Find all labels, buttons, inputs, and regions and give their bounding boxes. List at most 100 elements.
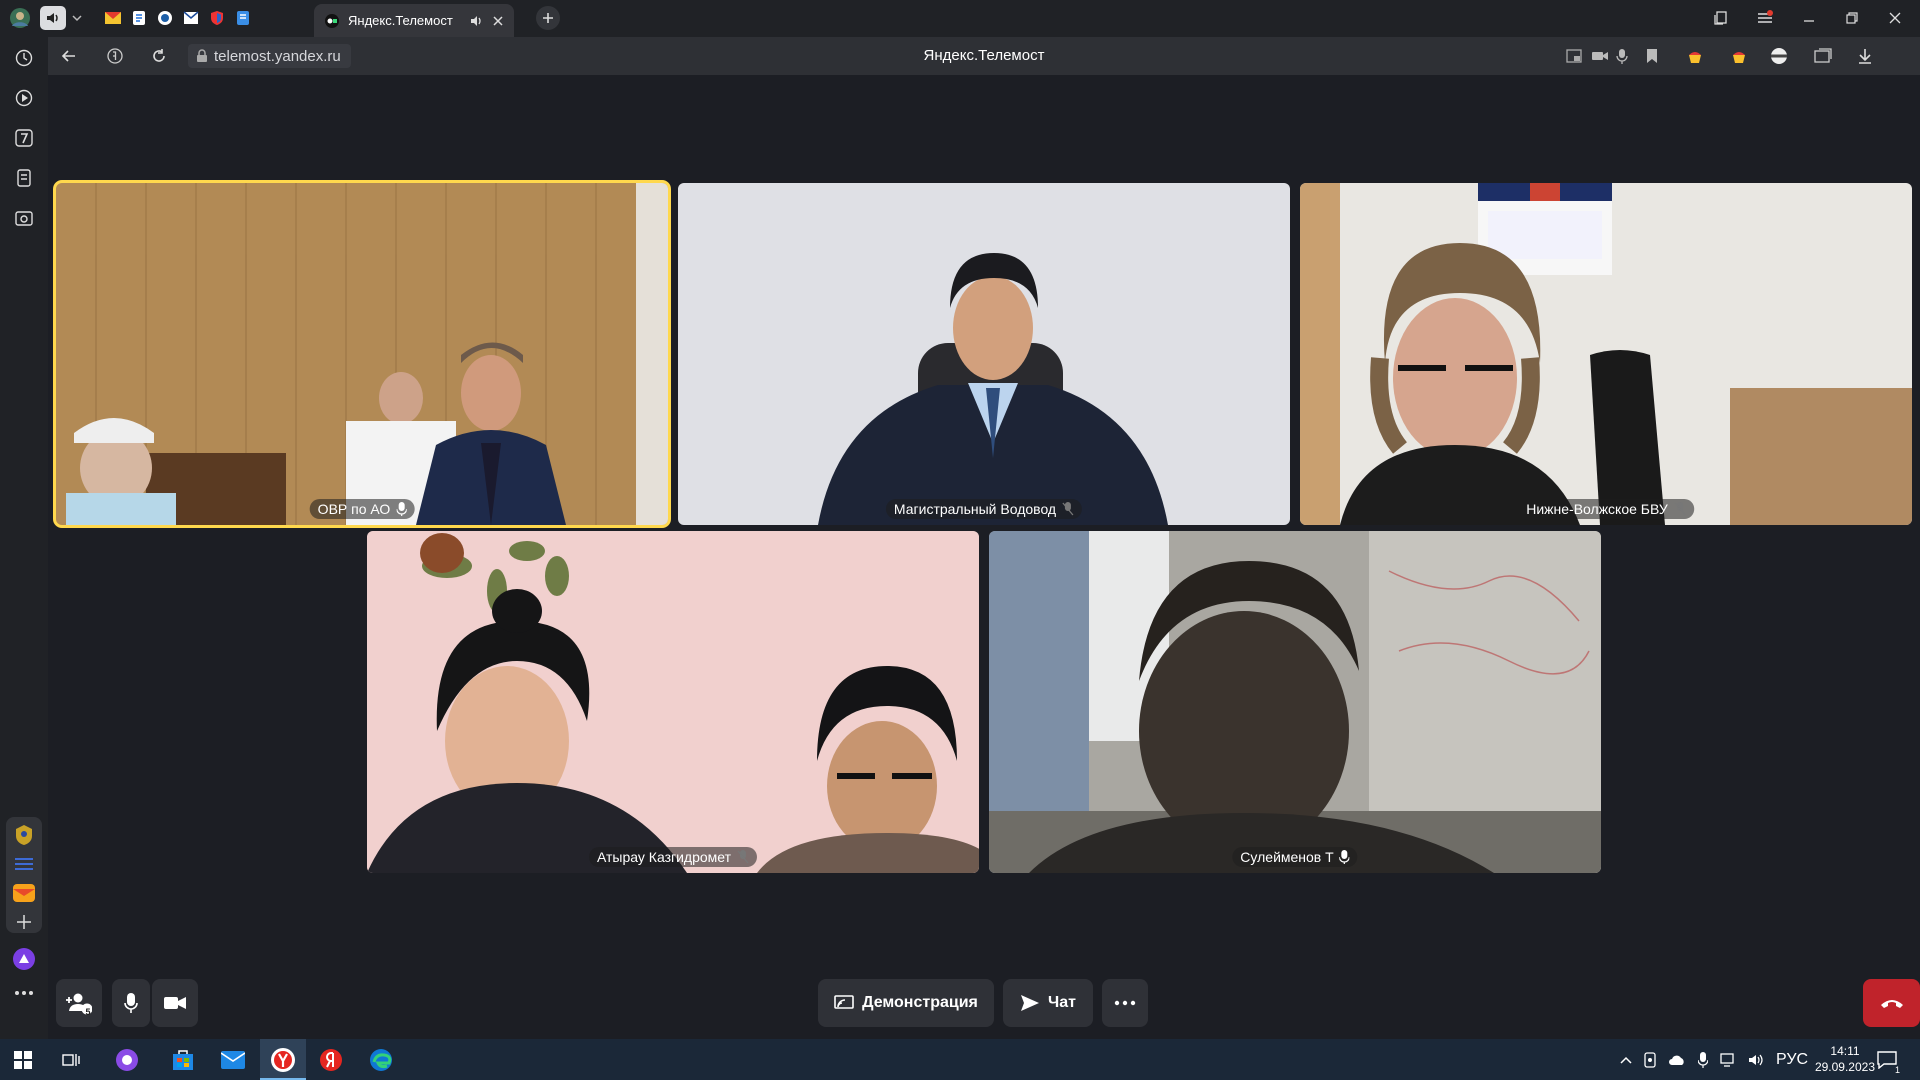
back-icon[interactable] [58,45,80,67]
participant-nametag: Атырау Казгидромет [588,847,758,867]
invite-count: 5 [85,1007,91,1017]
gerb-icon[interactable] [12,823,36,847]
calendar-7-icon[interactable] [12,126,36,150]
more-icon[interactable] [12,981,36,1005]
notes-icon[interactable] [12,166,36,190]
download-icon[interactable] [1854,45,1876,67]
compass-icon[interactable] [154,7,176,29]
participant-video [56,183,668,525]
screenshot-icon[interactable] [12,206,36,230]
minimize-icon[interactable] [1798,7,1820,29]
task-view-icon[interactable] [56,1045,86,1075]
screen-share-icon [834,995,854,1009]
yandex-browser-icon[interactable] [268,1045,298,1075]
restore-icon[interactable] [1841,7,1863,29]
end-call-button[interactable] [1863,979,1920,1027]
browser-sidebar [0,37,48,1039]
microphone-toggle-button[interactable] [112,979,150,1027]
participant-tile[interactable]: Сулейменов Т [989,531,1601,873]
telemost-icon [324,13,340,29]
tab-title: Яндекс.Телемост [348,13,453,28]
close-tab-icon[interactable] [492,15,504,27]
alice-icon[interactable] [12,947,36,971]
chat-button[interactable]: Чат [1003,979,1093,1027]
microphone-off-icon [1062,502,1074,516]
hang-up-icon [1880,1000,1903,1008]
participant-video [367,531,979,873]
onedrive-icon[interactable] [1668,1054,1686,1066]
url-field[interactable]: telemost.yandex.ru [188,44,351,68]
store-icon[interactable] [168,1045,198,1075]
add-icon[interactable] [12,910,36,934]
bookmark-icon[interactable] [1642,46,1662,66]
microphone-indicator-icon[interactable] [1612,46,1632,66]
participant-name: Нижне-Волжское БВУ [1526,501,1668,517]
profile-avatar-icon[interactable] [8,6,32,30]
chat-label: Чат [1048,994,1076,1011]
history-icon[interactable] [12,46,36,70]
list-icon[interactable] [12,852,36,876]
tab-strip: Яндекс.Телемост [0,0,1920,37]
chevron-up-icon[interactable] [1620,1056,1632,1064]
edge-icon[interactable] [366,1045,396,1075]
clock[interactable]: 14:11 29.09.2023 [1815,1043,1875,1075]
microphone-icon [124,993,138,1013]
document-blue-icon[interactable] [232,7,254,29]
mail-app-icon[interactable] [218,1045,248,1075]
shield-icon[interactable] [206,7,228,29]
yandex-icon[interactable] [316,1045,346,1075]
extension-1-icon[interactable] [1684,45,1706,67]
windows-taskbar: РУС 14:11 29.09.2023 1 [0,1039,1920,1080]
play-icon[interactable] [12,86,36,110]
participant-nametag: ОВР по АО [309,499,415,519]
extension-2-icon[interactable] [1728,45,1750,67]
notifications-icon[interactable]: 1 [1872,1045,1902,1075]
screen-share-button[interactable]: Демонстрация [818,979,994,1027]
chevron-down-icon[interactable] [68,6,86,30]
microphone-on-icon [1339,850,1350,864]
reload-icon[interactable] [148,45,170,67]
picture-in-picture-icon[interactable] [1564,46,1584,66]
document-icon[interactable] [128,7,150,29]
conference-main: ОВР по АО Магистральный Водовод Нижне-Во… [48,75,1920,1039]
shield-mail-icon[interactable] [180,7,202,29]
tray-microphone-icon[interactable] [1698,1051,1708,1068]
participant-name: Магистральный Водовод [893,501,1057,517]
volume-icon[interactable] [1748,1053,1764,1067]
windows-start-icon[interactable] [8,1045,38,1075]
tab-telemost[interactable]: Яндекс.Телемост [314,4,514,37]
camera-indicator-icon[interactable] [1590,46,1610,66]
speaker-icon[interactable] [470,14,484,28]
tab-audio-toggle-icon[interactable] [40,6,66,30]
participant-video [989,531,1601,873]
participant-tile[interactable]: Магистральный Водовод [678,183,1290,525]
alice-taskbar-icon[interactable] [112,1045,142,1075]
microphone-on-icon [396,502,407,516]
sidebar-mail-icon[interactable] [12,881,36,905]
participant-name: Атырау Казгидромет [596,849,732,865]
participant-tile[interactable]: ОВР по АО [53,180,671,528]
close-window-icon[interactable] [1884,7,1906,29]
url-text: telemost.yandex.ru [214,47,341,65]
language-indicator[interactable]: РУС [1776,1051,1808,1069]
participant-nametag: Сулейменов Т [1232,847,1358,867]
invite-participants-button[interactable]: 5 [56,979,102,1027]
mail-icon[interactable] [102,7,124,29]
network-icon[interactable] [1720,1052,1736,1067]
clock-time: 14:11 [1830,1044,1860,1058]
yandex-home-icon[interactable] [104,45,126,67]
participant-video [678,183,1290,525]
participant-tile[interactable]: Нижне-Волжское БВУ [1300,183,1912,525]
camera-toggle-button[interactable] [152,979,198,1027]
collections-icon[interactable] [1710,7,1732,29]
extension-4-icon[interactable] [1812,45,1834,67]
participant-nametag: Магистральный Водовод [885,499,1083,519]
device-icon[interactable] [1644,1051,1656,1068]
menu-icon[interactable] [1754,7,1776,29]
participant-tile[interactable]: Атырау Казгидромет [367,531,979,873]
new-tab-icon[interactable] [536,6,560,30]
more-options-button[interactable] [1102,979,1148,1027]
participant-nametag: Нижне-Волжское БВУ [1518,499,1694,519]
microphone-off-icon [737,850,749,864]
extension-3-icon[interactable] [1768,45,1790,67]
